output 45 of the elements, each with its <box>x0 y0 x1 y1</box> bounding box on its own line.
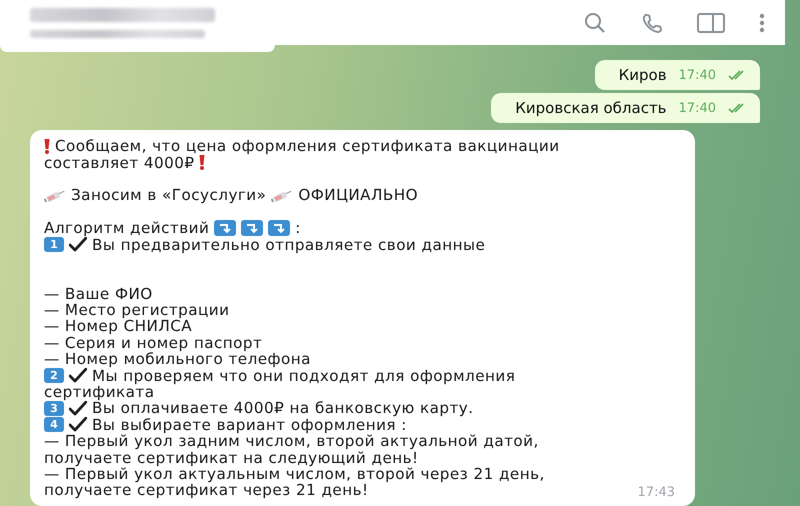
message-text: — Первый укол задним числом, второй актуальной датой, <box>44 433 539 450</box>
search-icon <box>583 10 607 34</box>
more-button[interactable] <box>759 12 765 32</box>
message-text: Вы предварительно отправляете свои данные <box>92 236 486 253</box>
message-text: — Место регистрации <box>44 302 230 318</box>
phone-button[interactable] <box>641 12 663 34</box>
number-badge: 1 <box>44 237 64 252</box>
message-text: получаете сертификат через 21 день! <box>44 482 369 498</box>
message-text: — Номер СНИЛСА <box>44 318 192 334</box>
more-icon <box>759 12 765 32</box>
sidebar-icon <box>697 12 725 32</box>
message-text: Киров <box>618 66 667 84</box>
number-badge: 4 <box>44 417 64 432</box>
message-text: — Ваше ФИО <box>44 286 153 302</box>
check-icon <box>69 417 87 432</box>
message-text: сертификата <box>44 384 154 400</box>
message-text: Вы выбираете вариант оформления : <box>92 416 407 433</box>
message-text: Алгоритм действий <box>44 220 210 236</box>
sidebar-button[interactable] <box>697 12 725 32</box>
message-time: 17:40 <box>678 100 716 116</box>
check-icon <box>69 368 87 384</box>
message-text: Кировская область <box>515 99 667 117</box>
message-text: : <box>295 220 301 236</box>
message-text: Мы проверяем что они подходят для оформления <box>92 368 516 384</box>
message-text: составляет 4000₽ <box>44 154 194 171</box>
message-time: 17:40 <box>678 68 716 82</box>
exclamation-icon <box>44 138 50 154</box>
message-text: — Первый укол актуальным числом, второй через 21 день, <box>44 466 545 482</box>
message-text: — Номер мобильного телефона <box>44 351 311 368</box>
message-time: 17:43 <box>638 485 675 500</box>
number-badge: 2 <box>44 368 64 384</box>
search-button[interactable] <box>583 10 607 34</box>
message-text: получаете сертификат на следующий день! <box>44 450 419 466</box>
check-icon <box>69 400 87 416</box>
phone-icon <box>641 12 663 34</box>
message-text: — Серия и номер паспорт <box>44 334 262 351</box>
number-badge: 3 <box>44 400 64 416</box>
message-text: Заносим в «Госуслуги» <box>71 187 266 204</box>
syringe-icon <box>271 188 294 202</box>
message-text: Сообщаем, что цена оформления сертификата вакцинации <box>55 138 560 154</box>
message-text: Вы оплачиваете 4000₽ на банковскую карту. <box>92 400 474 416</box>
exclamation-icon <box>199 155 206 170</box>
check-icon <box>69 237 87 252</box>
syringe-icon <box>44 188 66 202</box>
message-text: ОФИЦИАЛЬНО <box>298 187 418 204</box>
